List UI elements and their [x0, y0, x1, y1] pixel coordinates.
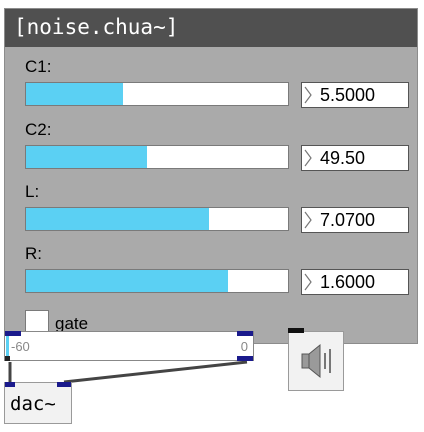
- dac-inlet-right[interactable]: [57, 382, 71, 387]
- slider-c1[interactable]: [25, 82, 289, 106]
- numbox-c2[interactable]: 49.50: [301, 145, 409, 171]
- numbox-value-r: 1.6000: [320, 272, 376, 292]
- slider-fill-l: [26, 208, 210, 230]
- gain-max-label: 0: [240, 339, 248, 354]
- numbox-value-c2: 49.50: [320, 148, 366, 168]
- slider-fill-r: [26, 270, 228, 292]
- outlet-left[interactable]: [5, 356, 10, 361]
- numbox-l[interactable]: 7.0700: [301, 207, 409, 233]
- speaker-icon: [301, 343, 331, 379]
- dac-inlet-left[interactable]: [5, 382, 15, 387]
- numbox-c1[interactable]: 5.5000: [301, 82, 409, 108]
- cord-gain-right-to-dac: [63, 360, 248, 384]
- inlet-right[interactable]: [237, 331, 253, 336]
- numbox-arrow-icon: [304, 211, 312, 229]
- outlet-right[interactable]: [237, 356, 253, 361]
- gain-min-label: -60: [11, 339, 30, 354]
- param-label-r: R:: [25, 244, 42, 263]
- slider-c2[interactable]: [25, 145, 289, 169]
- gain-slider[interactable]: -60 0: [4, 331, 254, 361]
- dsp-toggle-button[interactable]: [288, 328, 344, 391]
- param-label-l: L:: [25, 182, 40, 201]
- object-title: [noise.chua~]: [14, 15, 179, 39]
- slider-fill-c1: [26, 83, 123, 105]
- numbox-arrow-icon: [304, 86, 312, 104]
- chua-panel: [noise.chua~] C1: 5.5000 C2: 49.50 L: 7.…: [4, 8, 418, 344]
- param-label-c1: C1:: [25, 57, 52, 76]
- numbox-value-l: 7.0700: [320, 210, 376, 230]
- gain-slider-knob[interactable]: [6, 336, 9, 356]
- numbox-arrow-icon: [304, 273, 312, 291]
- slider-r[interactable]: [25, 269, 289, 293]
- slider-l[interactable]: [25, 207, 289, 231]
- param-label-c2: C2:: [25, 120, 52, 139]
- dac-object[interactable]: dac~: [4, 382, 72, 424]
- numbox-r[interactable]: 1.6000: [301, 269, 409, 295]
- numbox-arrow-icon: [304, 149, 312, 167]
- slider-fill-c2: [26, 146, 147, 168]
- numbox-value-c1: 5.5000: [320, 85, 376, 105]
- title-bar: [noise.chua~]: [5, 9, 417, 47]
- dac-label: dac~: [10, 393, 56, 415]
